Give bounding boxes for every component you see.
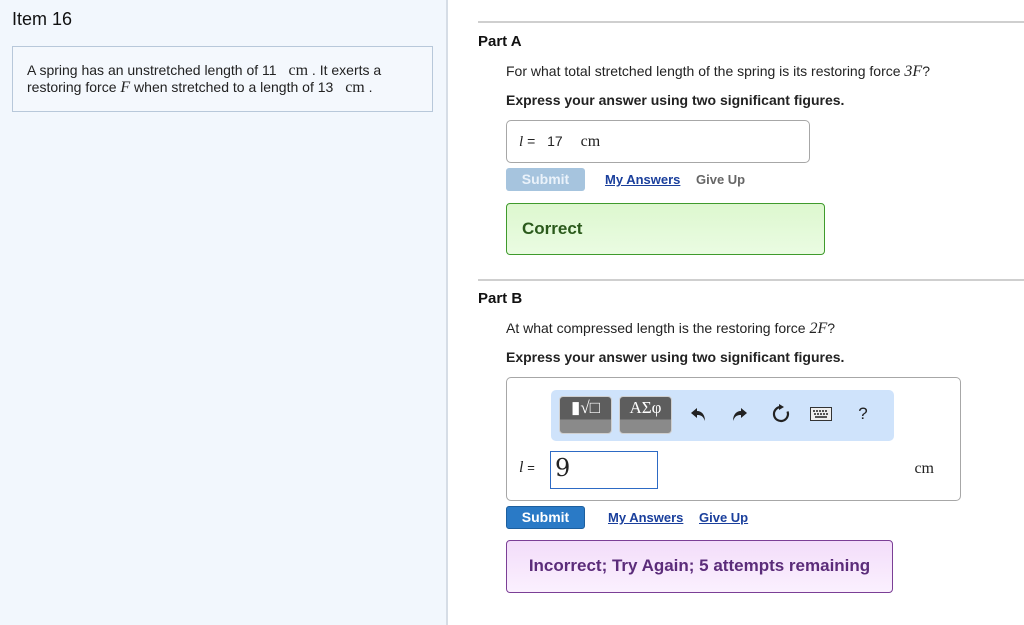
force-variable: F (120, 79, 131, 96)
question-text: At what compressed length is the restori… (506, 320, 806, 336)
problem-statement: A spring has an unstretched length of 11… (12, 46, 433, 112)
part-a-submit-button[interactable]: Submit (506, 168, 585, 191)
answer-unit: cm (580, 133, 601, 150)
part-b-instruction: Express your answer using two significan… (506, 349, 845, 365)
problem-pane: Item 16 A spring has an unstretched leng… (0, 0, 448, 625)
question-end: ? (827, 320, 836, 336)
templates-button[interactable]: ▮√□ (559, 396, 612, 434)
answer-value: 17 (547, 133, 563, 149)
part-a-my-answers-link[interactable]: My Answers (605, 172, 680, 187)
part-b-answer-input[interactable]: 9 (550, 451, 658, 489)
question-math: 2F (809, 320, 828, 337)
part-a-question: For what total stretched length of the s… (506, 63, 930, 81)
math-toolbar: ▮√□ ΑΣφ ? (551, 390, 894, 441)
redo-button[interactable] (727, 402, 751, 426)
reset-icon (772, 404, 790, 423)
part-b-answer-editor: ▮√□ ΑΣφ ? l = 9 cm (506, 377, 961, 501)
part-a-answer-display: l = 17 cm (506, 120, 810, 163)
question-end: ? (922, 63, 930, 79)
redo-icon (733, 408, 747, 421)
part-divider (478, 21, 1024, 23)
part-a-instruction: Express your answer using two significan… (506, 92, 845, 108)
part-a-feedback-correct: Correct (506, 203, 825, 255)
answer-label: l = (519, 459, 535, 477)
symbols-icon: ΑΣφ (629, 398, 662, 417)
problem-text: . (368, 79, 373, 95)
help-icon: ? (858, 404, 868, 423)
part-b-submit-button[interactable]: Submit (506, 506, 585, 529)
problem-text: . It exerts a (311, 62, 382, 78)
question-text: For what total stretched length of the s… (506, 63, 901, 79)
part-divider (478, 279, 1024, 281)
parts-pane: Part A For what total stretched length o… (450, 0, 1024, 625)
problem-text: when stretched to a length of 13 (134, 79, 334, 95)
answer-unit: cm (914, 460, 934, 477)
keyboard-icon (810, 407, 832, 421)
item-title: Item 16 (12, 9, 73, 29)
question-math: 3F (904, 63, 923, 80)
reset-button[interactable] (769, 402, 793, 426)
part-b-give-up-link[interactable]: Give Up (699, 510, 748, 525)
answer-equals: = (527, 460, 535, 475)
part-b-my-answers-link[interactable]: My Answers (608, 510, 683, 525)
part-b-feedback-incorrect: Incorrect; Try Again; 5 attempts remaini… (506, 540, 893, 593)
unit-math: cm (288, 62, 309, 79)
undo-button[interactable] (687, 402, 711, 426)
unit-math: cm (345, 79, 365, 96)
answer-variable: l (519, 459, 524, 476)
answer-equals: = (527, 133, 536, 149)
part-b-question: At what compressed length is the restori… (506, 320, 835, 338)
keyboard-button[interactable] (809, 402, 833, 426)
part-a-give-up-link[interactable]: Give Up (696, 172, 745, 187)
answer-variable: l (519, 134, 524, 150)
problem-text: restoring force (27, 79, 117, 95)
part-b-title: Part B (478, 290, 523, 307)
templates-icon: ▮√□ (571, 398, 600, 417)
part-a-title: Part A (478, 33, 522, 50)
problem-text: A spring has an unstretched length of 11 (27, 62, 277, 78)
help-button[interactable]: ? (851, 402, 875, 426)
undo-icon (691, 408, 705, 421)
symbols-button[interactable]: ΑΣφ (619, 396, 672, 434)
